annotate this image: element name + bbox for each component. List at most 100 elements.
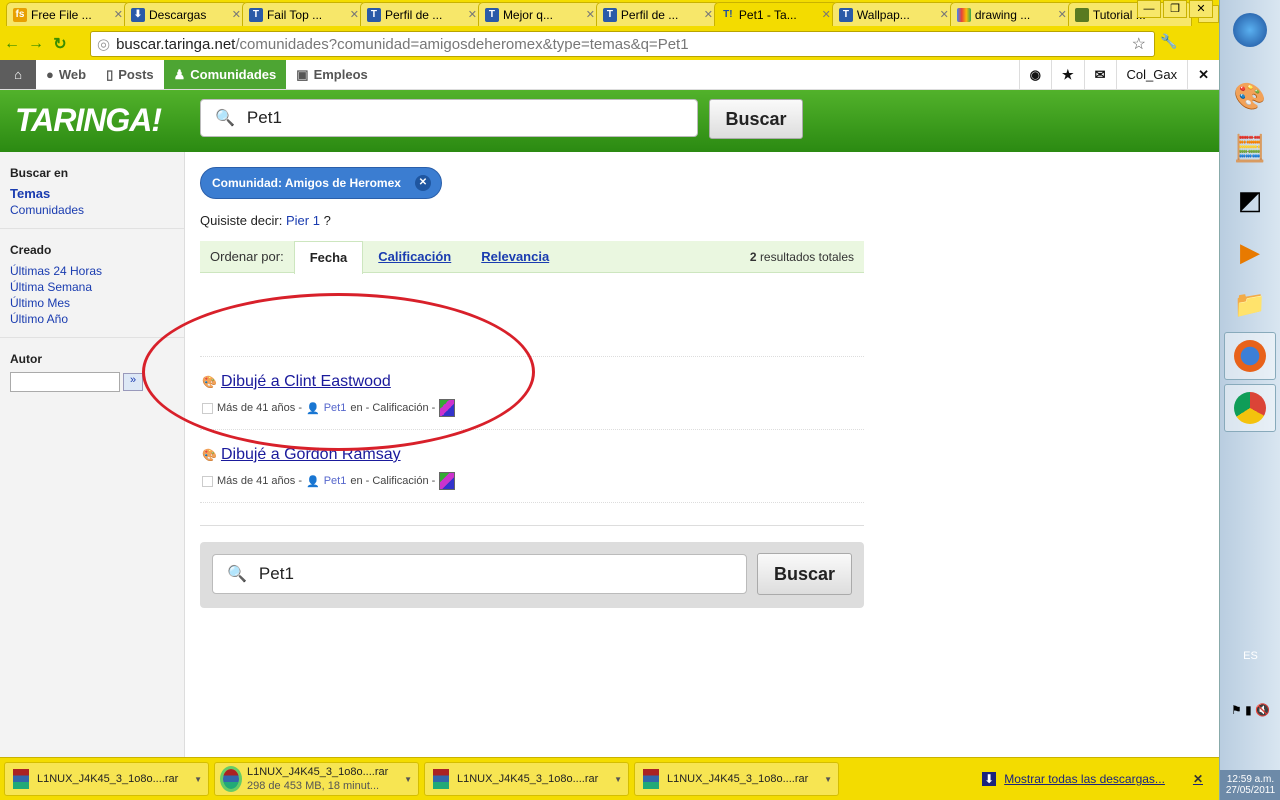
close-downloads-bar-icon[interactable]: ✕ [1193, 772, 1203, 786]
search-value: Pet1 [246, 108, 282, 127]
windows-logo-icon [1233, 13, 1267, 47]
language-indicator[interactable]: ES [1220, 650, 1280, 662]
browser-tab[interactable]: T Mejor q... ✕ [477, 2, 602, 26]
suggestion-link[interactable]: Pier 1 [286, 213, 320, 228]
volume-icon[interactable]: 🔇 [1255, 703, 1270, 717]
briefcase-icon: ▣ [296, 66, 309, 82]
reload-icon[interactable]: ↻ [48, 34, 72, 54]
flag-icon[interactable]: ⚑ [1231, 703, 1242, 717]
filter-period[interactable]: Último Año [10, 311, 174, 327]
close-tab-icon[interactable]: ✕ [940, 8, 949, 21]
download-name: L1NUX_J4K45_3_1o8o....rar [667, 773, 809, 785]
address-bar[interactable]: ◎ buscar.taringa.net/comunidades?comunid… [90, 31, 1155, 57]
bottom-search-button[interactable]: Buscar [757, 553, 852, 595]
nav-web[interactable]: ● Web [36, 60, 96, 89]
taskbar-firefox[interactable] [1224, 332, 1276, 380]
taskbar-calculator[interactable]: 🧮 [1224, 124, 1276, 172]
start-button[interactable] [1224, 6, 1276, 54]
browser-tab[interactable]: fs Free File ... ✕ [6, 2, 130, 26]
filter-comunidades[interactable]: Comunidades [10, 202, 174, 218]
sort-tab-calificacion[interactable]: Calificación [363, 241, 466, 273]
did-you-mean-label: Quisiste decir: [200, 213, 283, 228]
minimize-button[interactable]: — [1137, 0, 1161, 18]
forward-icon[interactable]: → [24, 35, 48, 53]
browser-tab[interactable]: T Perfil de ... ✕ [359, 2, 484, 26]
autor-go-button[interactable]: » [123, 373, 143, 391]
close-tab-icon[interactable]: ✕ [114, 8, 123, 21]
monitor-button[interactable]: ◉ [1018, 60, 1051, 89]
bottom-search: 🔍 Pet1 Buscar [200, 542, 864, 608]
mail-icon: ✉ [1094, 66, 1106, 82]
document-icon: ▯ [106, 66, 114, 82]
close-window-button[interactable]: ✕ [1189, 0, 1213, 18]
fs-icon: fs [13, 7, 27, 22]
user-menu[interactable]: Col_Gax [1115, 60, 1188, 89]
result-user-link[interactable]: Pet1 [324, 475, 347, 487]
favorites-button[interactable]: ★ [1050, 60, 1084, 89]
filter-period[interactable]: Últimas 24 Horas [10, 263, 174, 279]
taringa-logo[interactable]: TARINGA! [15, 102, 162, 139]
sort-tab-relevancia[interactable]: Relevancia [466, 241, 564, 273]
download-item[interactable]: L1NUX_J4K45_3_1o8o....rar ▼ [424, 762, 629, 796]
url-host: buscar.taringa.net [116, 35, 236, 53]
tab-title: Free File ... [31, 7, 92, 22]
close-tab-icon[interactable]: ✕ [1058, 8, 1067, 21]
close-tab-icon[interactable]: ✕ [822, 8, 831, 21]
network-icon[interactable]: ▮ [1245, 703, 1252, 717]
tab-title: Fail Top ... [266, 7, 323, 22]
site-header: TARINGA! 🔍 Pet1 Buscar [0, 90, 1219, 152]
browser-tab[interactable]: drawing ... ✕ [949, 2, 1074, 26]
nav-empleos[interactable]: ▣ Empleos [286, 60, 377, 89]
media-player-icon: ▶ [1240, 236, 1260, 267]
did-you-mean-suffix: ? [323, 213, 331, 228]
dropdown-arrow-icon[interactable]: ▼ [194, 775, 202, 784]
nav-comunidades[interactable]: ♟ Comunidades [163, 60, 287, 89]
browser-tab[interactable]: T Fail Top ... ✕ [241, 2, 366, 26]
messages-button[interactable]: ✉ [1083, 60, 1116, 89]
search-input[interactable]: 🔍 Pet1 [200, 99, 698, 137]
browser-tab[interactable]: T Perfil de ... ✕ [595, 2, 720, 26]
search-button[interactable]: Buscar [709, 99, 803, 139]
close-tab-icon[interactable]: ✕ [350, 8, 359, 21]
close-tab-icon[interactable]: ✕ [704, 8, 713, 21]
show-all-downloads-link[interactable]: ⬇ Mostrar todas las descargas... ✕ [982, 772, 1203, 786]
download-item[interactable]: L1NUX_J4K45_3_1o8o....rar ▼ [634, 762, 839, 796]
bottom-search-input[interactable]: 🔍 Pet1 [212, 554, 747, 594]
close-tab-icon[interactable]: ✕ [586, 8, 595, 21]
clock[interactable]: 12:59 a.m. 27/05/2011 [1220, 770, 1280, 800]
download-item-in-progress[interactable]: L1NUX_J4K45_3_1o8o....rar 298 de 453 MB, … [214, 762, 419, 796]
taskbar-eraser[interactable]: ◩ [1224, 176, 1276, 224]
bookmark-star-icon[interactable]: ☆ [1132, 34, 1146, 54]
nav-posts[interactable]: ▯ Posts [96, 60, 164, 89]
taskbar-media[interactable]: ▶ [1224, 228, 1276, 276]
dropdown-arrow-icon[interactable]: ▼ [824, 775, 832, 784]
sidebar: Buscar en Temas Comunidades Creado Últim… [0, 152, 185, 757]
close-tab-icon[interactable]: ✕ [232, 8, 241, 21]
filter-temas[interactable]: Temas [10, 186, 174, 202]
logout-button[interactable]: ✕ [1187, 60, 1219, 89]
result-age: Más de 41 años - [217, 475, 302, 487]
remove-filter-icon[interactable]: ✕ [414, 175, 431, 191]
browser-tab-active[interactable]: T! Pet1 - Ta... ✕ [713, 2, 838, 26]
download-item[interactable]: L1NUX_J4K45_3_1o8o....rar ▼ [4, 762, 209, 796]
taskbar-paint[interactable]: 🎨 [1224, 72, 1276, 120]
browser-tab[interactable]: T Wallpap... ✕ [831, 2, 956, 26]
taskbar-explorer[interactable]: 📁 [1224, 280, 1276, 328]
dropdown-arrow-icon[interactable]: ▼ [614, 775, 622, 784]
filter-period[interactable]: Última Semana [10, 279, 174, 295]
sort-tab-fecha[interactable]: Fecha [293, 240, 364, 274]
autor-input[interactable] [10, 372, 120, 392]
extension-icon[interactable]: 🔧 [1160, 33, 1177, 50]
restore-button[interactable]: ❐ [1163, 0, 1187, 18]
windows-taskbar: 🎨 🧮 ◩ ▶ 📁 ES ⚑ ▮ 🔇 12:59 a.m. 27/05/2011 [1219, 0, 1280, 800]
taskbar-chrome[interactable] [1224, 384, 1276, 432]
dropdown-arrow-icon[interactable]: ▼ [404, 775, 412, 784]
section-title: Buscar en [10, 166, 69, 180]
browser-tab[interactable]: ⬇ Descargas ✕ [123, 2, 248, 26]
taringa-icon: T! [723, 8, 733, 20]
filter-period[interactable]: Último Mes [10, 295, 174, 311]
home-button[interactable]: ⌂ [0, 60, 36, 89]
back-icon[interactable]: ← [0, 35, 24, 53]
search-icon: 🔍 [215, 110, 235, 127]
close-tab-icon[interactable]: ✕ [468, 8, 477, 21]
